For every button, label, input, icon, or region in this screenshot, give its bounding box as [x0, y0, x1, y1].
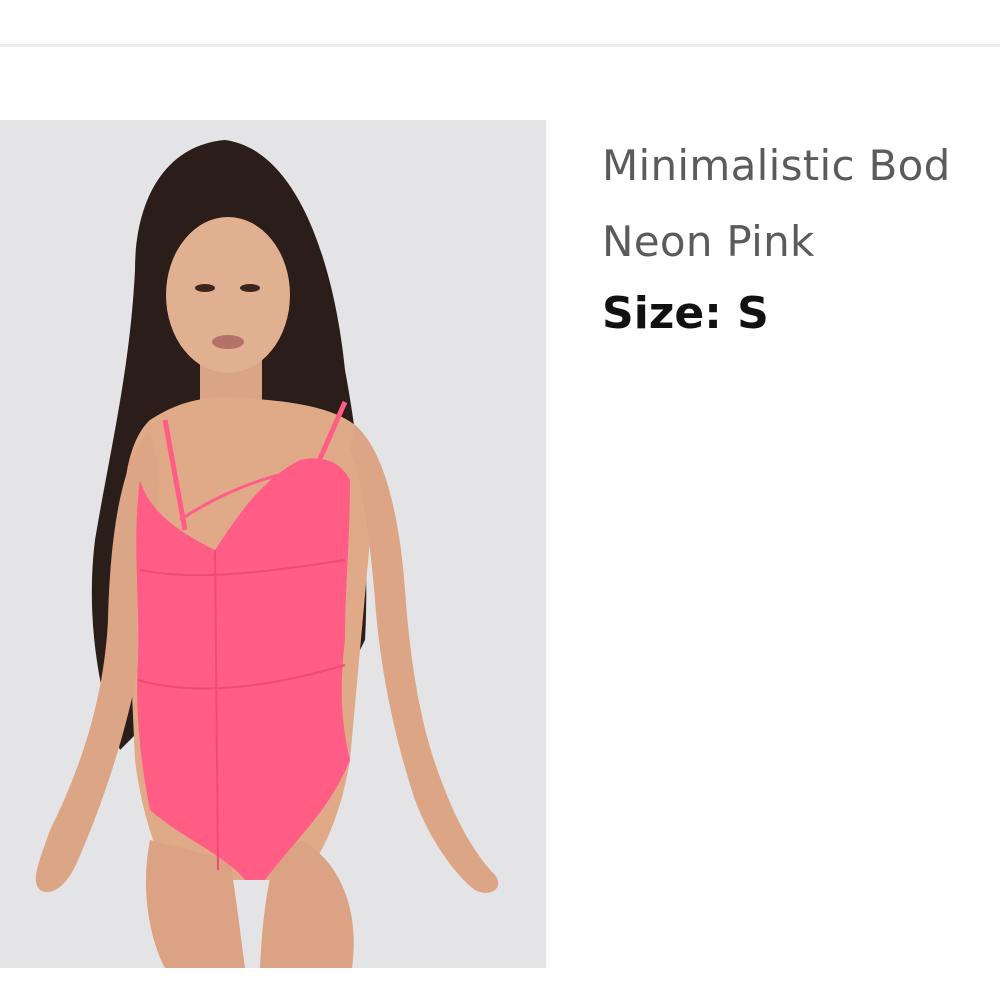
size-label: Size:: [602, 288, 722, 339]
model-illustration: [35, 140, 499, 968]
product-color: Neon Pink: [602, 217, 815, 266]
product-info: Minimalistic Bod Neon Pink Size: S: [602, 128, 1000, 342]
product-image[interactable]: [0, 120, 546, 968]
product-size: Size: S: [602, 286, 1000, 342]
header-divider: [0, 44, 1000, 47]
size-value: S: [737, 288, 769, 339]
product-name-line1[interactable]: Minimalistic Bod: [602, 128, 1000, 204]
